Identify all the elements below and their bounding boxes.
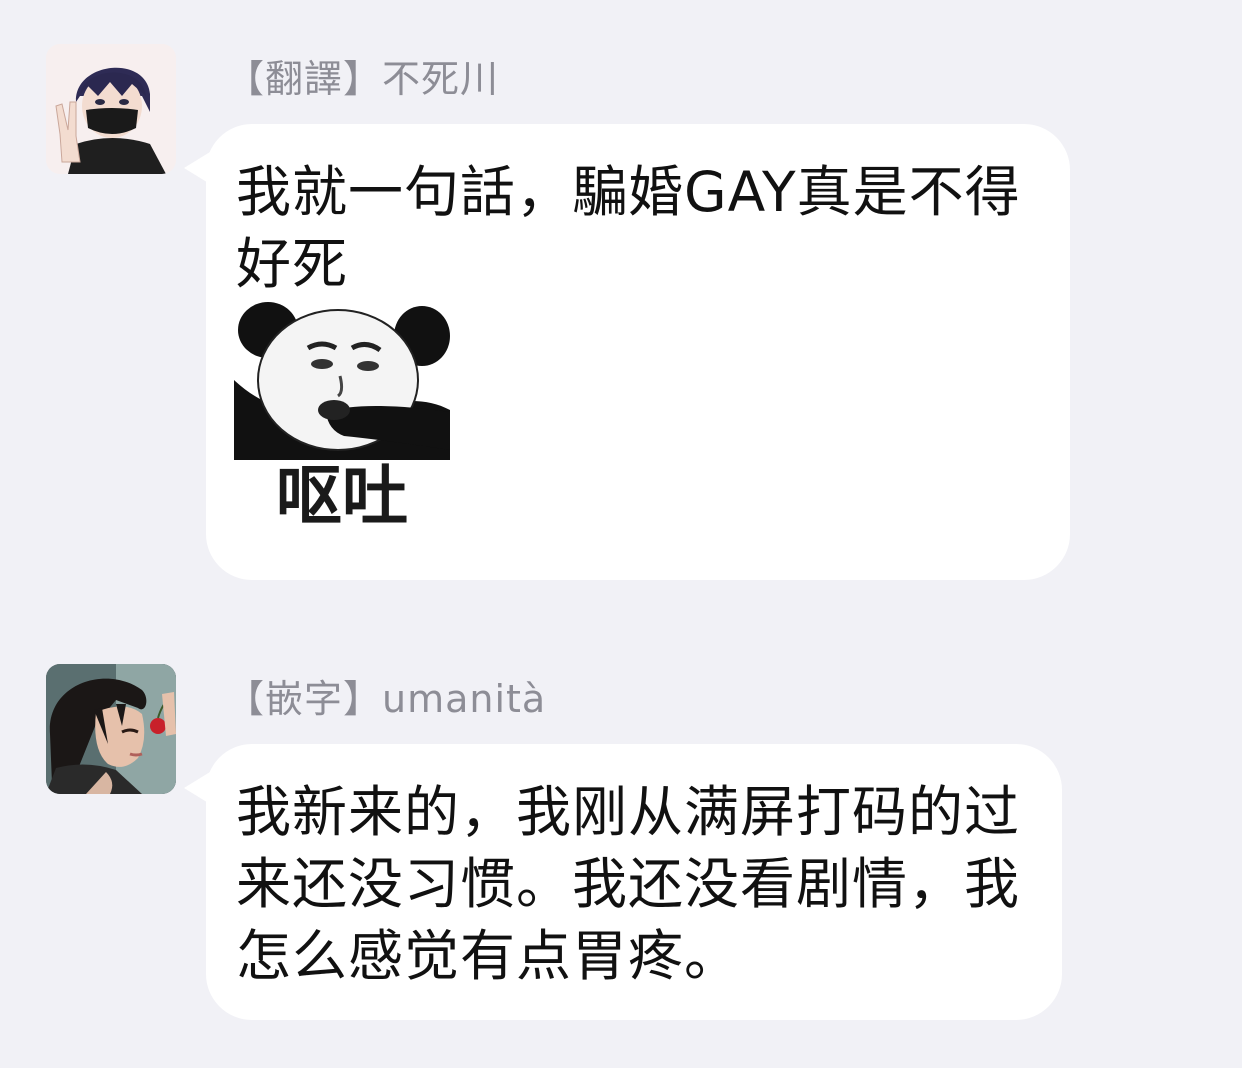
message-bubble[interactable]: 我新来的，我刚从满屏打码的过来还没习惯。我还没看剧情，我怎么感觉有点胃疼。 [184, 744, 1062, 1020]
avatar[interactable] [46, 664, 176, 794]
sticker-image[interactable]: 呕吐 [234, 300, 450, 540]
sender-name: 【嵌字】umanità [226, 677, 547, 721]
avatar-masked-boy-icon [46, 44, 176, 174]
message-text: 我就一句話，騙婚GAY真是不得好死 [236, 160, 1021, 296]
avatar-boy-cherry-icon [46, 664, 176, 794]
avatar[interactable] [46, 44, 176, 174]
message-text: 我新来的，我刚从满屏打码的过来还没习惯。我还没看剧情，我怎么感觉有点胃疼。 [236, 780, 1021, 988]
message-bubble[interactable]: 我就一句話，騙婚GAY真是不得好死 呕吐 [184, 124, 1070, 580]
sender-name: 【翻譯】不死川 [226, 57, 500, 101]
sticker-caption: 呕吐 [276, 457, 408, 535]
